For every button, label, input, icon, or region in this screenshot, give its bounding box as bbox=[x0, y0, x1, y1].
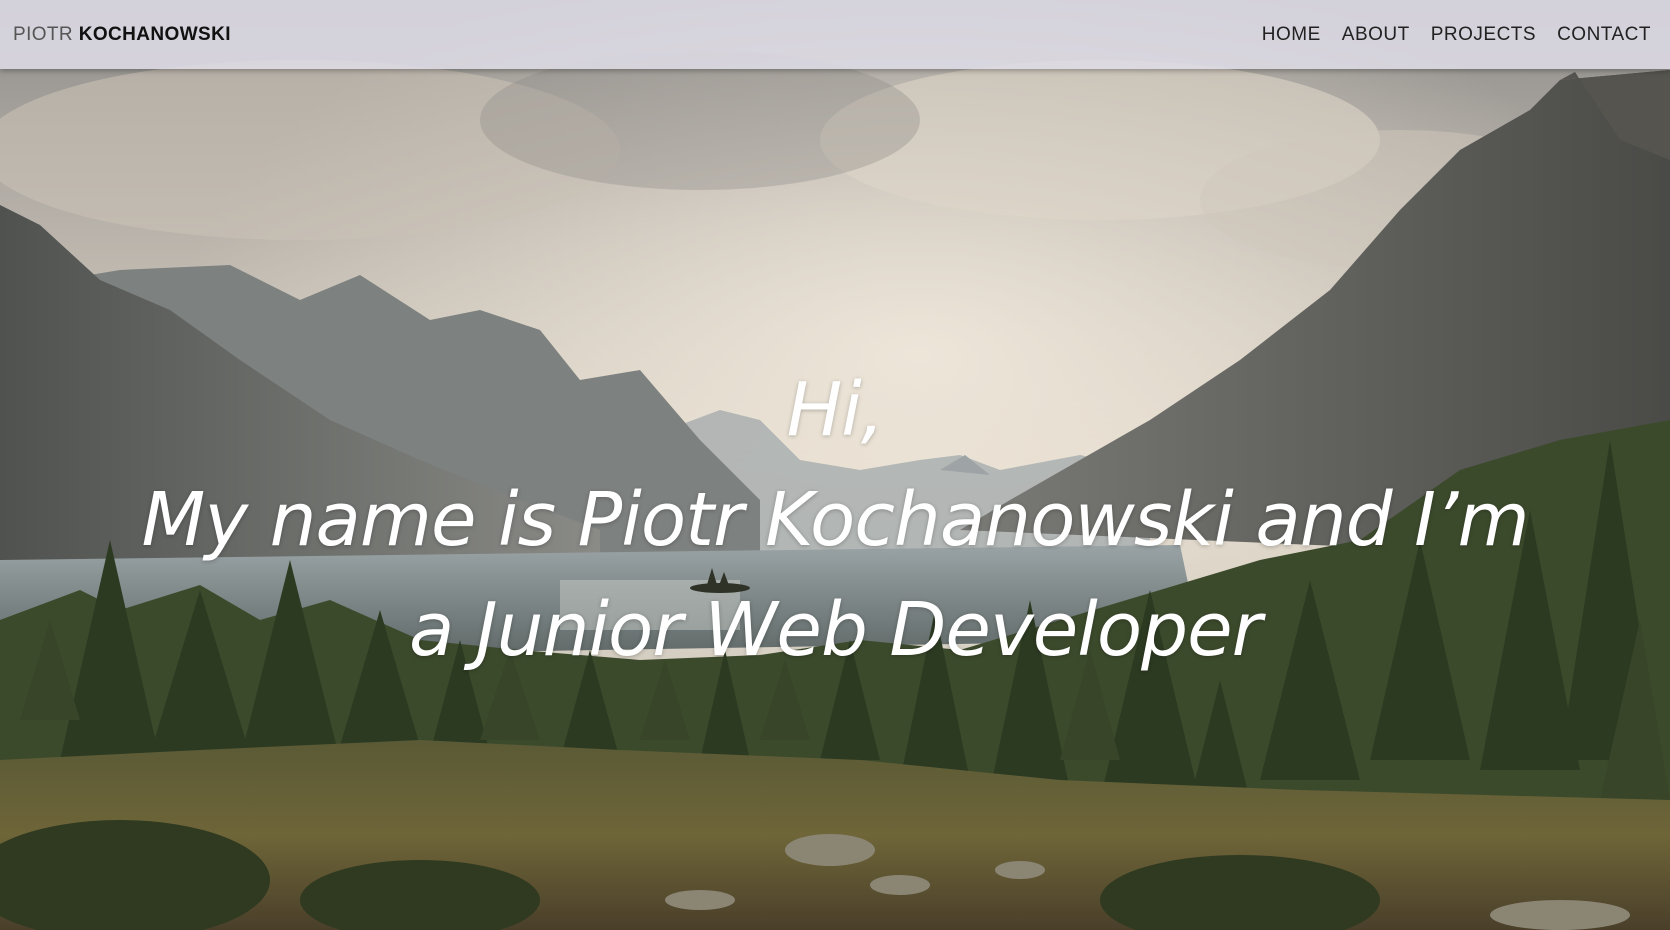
brand-last-name: KOCHANOWSKI bbox=[78, 23, 231, 45]
hero-greeting: Hi, bbox=[786, 367, 885, 453]
hero-role-line: a Junior Web Developer bbox=[408, 587, 1262, 673]
nav-item-projects: PROJECTS bbox=[1431, 24, 1536, 46]
page: PIOTR KOCHANOWSKI HOME ABOUT PROJECTS CO… bbox=[0, 0, 1670, 930]
hero-heading: Hi, My name is Piotr Kochanowski and I’m… bbox=[0, 355, 1670, 685]
nav-link-home[interactable]: HOME bbox=[1262, 24, 1321, 45]
nav-item-home: HOME bbox=[1262, 24, 1321, 46]
nav-link-about[interactable]: ABOUT bbox=[1342, 24, 1410, 45]
nav-link-projects[interactable]: PROJECTS bbox=[1431, 24, 1536, 45]
brand-first-name: PIOTR bbox=[13, 23, 74, 45]
hero-intro-line: My name is Piotr Kochanowski and I’m bbox=[141, 477, 1529, 563]
nav-item-contact: CONTACT bbox=[1557, 24, 1651, 46]
nav-item-about: ABOUT bbox=[1342, 24, 1410, 46]
top-navbar: PIOTR KOCHANOWSKI HOME ABOUT PROJECTS CO… bbox=[0, 0, 1670, 69]
brand-logo[interactable]: PIOTR KOCHANOWSKI bbox=[13, 24, 231, 46]
nav-link-contact[interactable]: CONTACT bbox=[1557, 24, 1651, 45]
nav-menu: HOME ABOUT PROJECTS CONTACT bbox=[1262, 24, 1651, 46]
